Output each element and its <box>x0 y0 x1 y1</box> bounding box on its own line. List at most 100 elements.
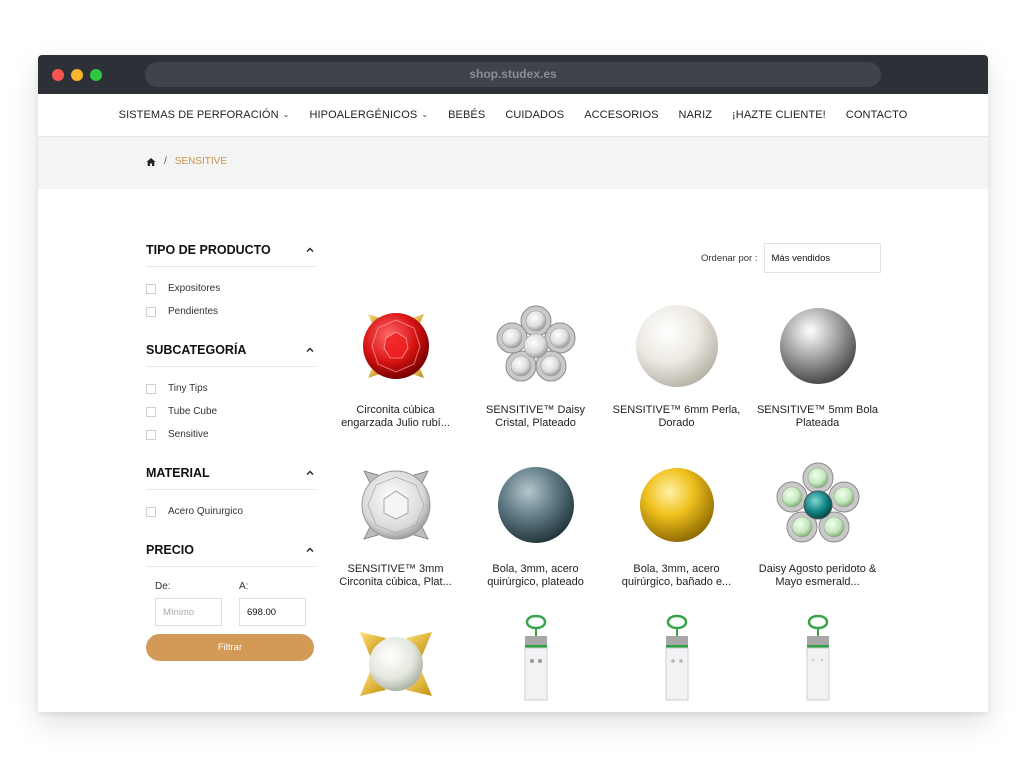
filter-option-sensitive[interactable]: Sensitive <box>146 423 316 446</box>
product-card[interactable]: SENSITIVE™ 5mm Bola Plateada <box>750 296 885 430</box>
home-icon[interactable] <box>146 157 156 167</box>
price-min-input[interactable] <box>155 598 222 626</box>
product-name[interactable]: Bola, 3mm, acero quirúrgico, bañado e... <box>609 563 744 589</box>
price-max-input[interactable] <box>239 598 306 626</box>
filter-header-precio[interactable]: PRECIO <box>146 543 316 567</box>
product-card[interactable]: Daisy Agosto peridoto & Mayo esmerald... <box>750 455 885 589</box>
product-card[interactable]: Bola, 3mm, acero quirúrgico, bañado e... <box>609 455 744 589</box>
product-card[interactable]: SENSITIVE™ 6mm Perla, Dorado <box>609 296 744 430</box>
breadcrumb-separator: / <box>164 156 167 167</box>
gold-pearl-stud-image[interactable] <box>346 614 446 712</box>
product-name-line: Plateada <box>795 417 840 429</box>
filter-option-tube-cube[interactable]: Tube Cube <box>146 400 316 423</box>
nav-label: NARIZ <box>678 109 713 121</box>
nav-label: CUIDADOS <box>505 109 565 121</box>
nav-label: HIPOALERGÉNICOS <box>309 109 418 121</box>
pearl-stud-image[interactable] <box>627 296 727 396</box>
product-name[interactable]: Bola, 3mm, acero quirúrgico, plateado <box>468 563 603 589</box>
filter-header-subcategoria[interactable]: SUBCATEGORÍA <box>146 343 316 367</box>
product-card[interactable] <box>609 614 744 712</box>
product-name-line: Mayo esmerald... <box>775 576 860 588</box>
nav-item-sistemas[interactable]: SISTEMAS DE PERFORACIÓN ⌄ <box>119 109 290 121</box>
product-name-line: Cristal, Plateado <box>495 417 576 429</box>
clear-crystal-stud-image[interactable] <box>346 455 446 555</box>
tube-cube-image[interactable] <box>627 614 727 712</box>
chevron-down-icon: ⌄ <box>421 109 429 119</box>
product-name[interactable]: SENSITIVE™ 5mm Bola Plateada <box>750 404 885 430</box>
option-label: Pendientes <box>168 306 219 317</box>
nav-item-accesorios[interactable]: ACCESORIOS <box>584 109 658 121</box>
nav-label: ACCESORIOS <box>584 109 659 121</box>
option-label: Acero Quirurgico <box>168 506 244 517</box>
sort-control: Ordenar por : Más vendidos <box>701 243 881 273</box>
browser-titlebar: shop.studex.es <box>38 55 988 94</box>
address-bar[interactable]: shop.studex.es <box>145 62 881 87</box>
checkbox[interactable] <box>146 506 156 517</box>
nav-item-contacto[interactable]: CONTACTO <box>846 109 908 121</box>
red-crystal-stud-image[interactable] <box>346 296 446 396</box>
minimize-window-button[interactable] <box>71 69 83 81</box>
filter-button[interactable]: Filtrar <box>146 634 314 661</box>
checkbox[interactable] <box>146 429 156 440</box>
filter-option-tiny-tips[interactable]: Tiny Tips <box>146 377 316 400</box>
nav-item-hazte-cliente[interactable]: ¡HAZTE CLIENTE! <box>732 109 826 121</box>
filter-option-expositores[interactable]: Expositores <box>146 277 316 300</box>
product-name[interactable]: SENSITIVE™ 3mm Circonita cúbica, Plat... <box>328 563 463 589</box>
filter-title: SUBCATEGORÍA <box>146 343 247 357</box>
product-name-line: engarzada Julio rubí... <box>341 417 450 429</box>
filter-title: TIPO DE PRODUCTO <box>146 243 271 257</box>
nav-label: SISTEMAS DE PERFORACIÓN <box>118 109 279 121</box>
steel-ball-stud-image[interactable] <box>486 455 586 555</box>
filter-option-acero[interactable]: Acero Quirurgico <box>146 500 316 523</box>
browser-window: shop.studex.es SISTEMAS DE PERFORACIÓN ⌄ … <box>38 55 988 712</box>
nav-item-nariz[interactable]: NARIZ <box>679 109 713 121</box>
filter-title: MATERIAL <box>146 466 210 480</box>
checkbox[interactable] <box>146 383 156 394</box>
daisy-peridot-stud-image[interactable] <box>768 455 868 555</box>
main-content: TIPO DE PRODUCTO Expositores Pendientes … <box>38 189 988 712</box>
product-card[interactable] <box>328 614 463 712</box>
product-name[interactable]: Daisy Agosto peridoto & Mayo esmerald... <box>750 563 885 589</box>
sort-select[interactable]: Más vendidos <box>763 243 881 273</box>
product-card[interactable] <box>750 614 885 712</box>
product-name[interactable]: Circonita cúbica engarzada Julio rubí... <box>328 404 463 430</box>
tube-cube-image[interactable] <box>486 614 586 712</box>
product-card[interactable]: Circonita cúbica engarzada Julio rubí... <box>328 296 463 430</box>
tube-cube-image[interactable] <box>768 614 868 712</box>
nav-item-cuidados[interactable]: CUIDADOS <box>505 109 564 121</box>
chevron-up-icon <box>306 470 314 475</box>
product-name-line: SENSITIVE™ 5mm Bola <box>756 404 879 416</box>
close-window-button[interactable] <box>52 69 64 81</box>
nav-label: BEBÉS <box>448 109 486 121</box>
product-name[interactable]: SENSITIVE™ 6mm Perla, Dorado <box>609 404 744 430</box>
product-card[interactable]: SENSITIVE™ Daisy Cristal, Plateado <box>468 296 603 430</box>
product-name[interactable]: SENSITIVE™ Daisy Cristal, Plateado <box>468 404 603 430</box>
checkbox[interactable] <box>146 406 156 417</box>
filter-header-tipo[interactable]: TIPO DE PRODUCTO <box>146 243 316 267</box>
price-inputs <box>146 598 316 626</box>
product-name-line: Daisy Agosto peridoto & <box>758 563 877 575</box>
price-labels: De: A: <box>146 581 316 592</box>
filter-header-material[interactable]: MATERIAL <box>146 466 316 490</box>
product-name-line: Bola, 3mm, acero <box>492 563 579 575</box>
product-card[interactable]: Bola, 3mm, acero quirúrgico, plateado <box>468 455 603 589</box>
product-name-line: Circonita cúbica, Plat... <box>339 576 452 588</box>
filter-group-tipo: TIPO DE PRODUCTO Expositores Pendientes <box>146 243 316 323</box>
product-name-line: Dorado <box>658 417 695 429</box>
nav-item-hipoalergenicos[interactable]: HIPOALERGÉNICOS ⌄ <box>309 109 428 121</box>
checkbox[interactable] <box>146 283 156 294</box>
filter-group-subcategoria: SUBCATEGORÍA Tiny Tips Tube Cube Sensiti… <box>146 343 316 446</box>
price-from-label: De: <box>155 581 171 592</box>
silver-ball-stud-image[interactable] <box>768 296 868 396</box>
chevron-down-icon: ⌄ <box>282 109 290 119</box>
chevron-up-icon <box>306 547 314 552</box>
maximize-window-button[interactable] <box>90 69 102 81</box>
gold-ball-stud-image[interactable] <box>627 455 727 555</box>
product-card[interactable]: SENSITIVE™ 3mm Circonita cúbica, Plat... <box>328 455 463 589</box>
daisy-crystal-stud-image[interactable] <box>486 296 586 396</box>
product-card[interactable] <box>468 614 603 712</box>
main-nav: SISTEMAS DE PERFORACIÓN ⌄ HIPOALERGÉNICOS… <box>38 94 988 137</box>
nav-item-bebes[interactable]: BEBÉS <box>448 109 485 121</box>
checkbox[interactable] <box>146 306 156 317</box>
filter-option-pendientes[interactable]: Pendientes <box>146 300 316 323</box>
